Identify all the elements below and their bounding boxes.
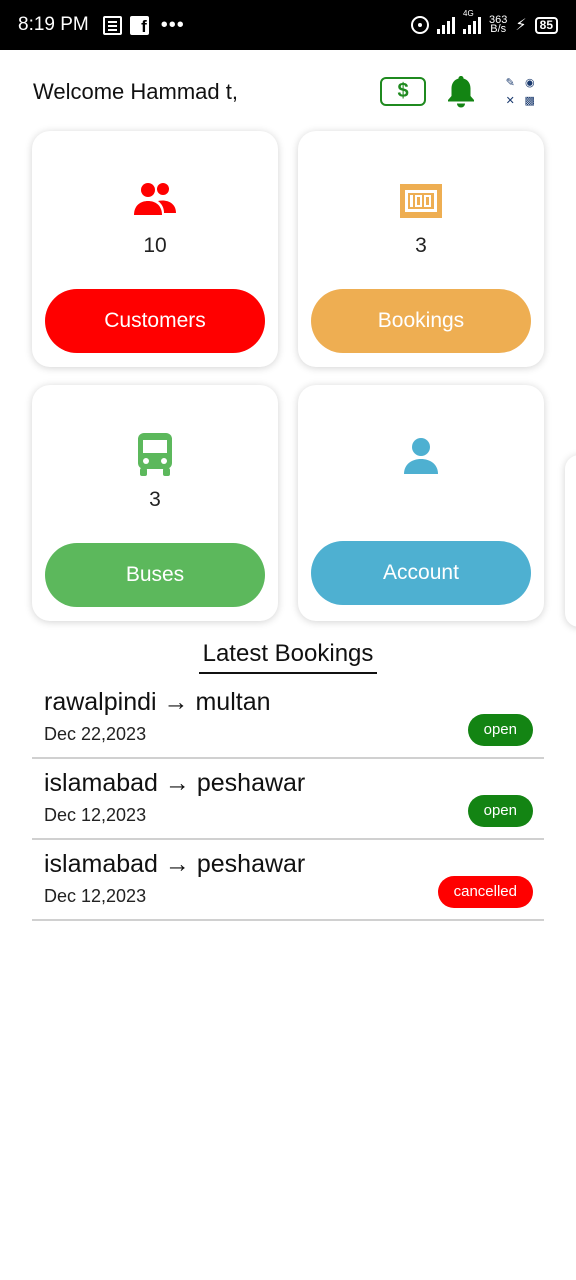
more-notifications-icon: ••• <box>160 14 185 36</box>
bookings-count: 3 <box>415 234 427 257</box>
customers-icon <box>32 181 278 221</box>
facebook-icon: f <box>129 15 149 35</box>
status-system-icons: 4G 363 B/s ⚡ 85 <box>411 9 558 35</box>
status-notification-icons: f ••• <box>102 14 185 36</box>
route-to: peshawar <box>196 769 306 797</box>
customers-button[interactable]: Customers <box>45 289 265 353</box>
latest-bookings-heading: Latest Bookings <box>0 640 576 674</box>
bell-icon <box>448 76 474 108</box>
dollar-icon: $ <box>397 80 409 102</box>
account-card: Account <box>298 385 544 621</box>
booking-date: Dec 22,2023 <box>44 724 147 744</box>
next-card-peek <box>565 455 576 627</box>
booking-list-item[interactable]: islamabad → peshawar Dec 12,2023 cancell… <box>32 840 544 921</box>
latest-bookings-title: Latest Bookings <box>198 640 378 674</box>
booking-route: rawalpindi → multan <box>44 688 271 717</box>
booking-route: islamabad → peshawar <box>44 850 305 879</box>
arrow-right-icon: → <box>163 688 189 716</box>
booking-list-item[interactable]: islamabad → peshawar Dec 12,2023 open <box>32 759 544 840</box>
network-speed-unit: B/s <box>490 23 507 35</box>
status-badge: cancelled <box>437 876 533 908</box>
account-button[interactable]: Account <box>311 541 531 605</box>
mute-icon: ✕ <box>505 94 515 107</box>
customers-count: 10 <box>143 234 167 257</box>
route-from: islamabad <box>44 769 158 797</box>
customers-card: 10 Customers <box>32 131 278 367</box>
booking-date: Dec 12,2023 <box>44 805 147 825</box>
buses-button[interactable]: Buses <box>45 543 265 607</box>
booking-list-item[interactable]: rawalpindi → multan Dec 22,2023 open <box>32 678 544 759</box>
ticket-icon <box>298 181 544 221</box>
booking-list: rawalpindi → multan Dec 22,2023 open isl… <box>32 678 544 921</box>
status-bar: 8:19 PM f ••• 4G 363 B/s ⚡ 85 <box>0 0 576 50</box>
welcome-text: Welcome Hammad t, <box>33 79 238 104</box>
news-icon <box>102 15 122 35</box>
status-time: 8:19 PM <box>18 14 89 35</box>
camera-icon: ◉ <box>524 77 535 89</box>
booking-date: Dec 12,2023 <box>44 886 147 906</box>
bus-icon <box>32 431 278 477</box>
route-to: peshawar <box>196 850 306 878</box>
status-badge: open <box>467 795 533 827</box>
route-from: rawalpindi <box>44 688 157 716</box>
arrow-right-icon: → <box>164 769 190 797</box>
arrow-right-icon: → <box>164 850 190 878</box>
bookings-card: 3 Bookings <box>298 131 544 367</box>
menu-grid-button[interactable]: ✎ ◉ ✕ ▩ <box>498 72 542 112</box>
route-to: multan <box>195 688 271 716</box>
battery-icon: 85 <box>534 16 558 34</box>
bookings-button[interactable]: Bookings <box>311 289 531 353</box>
dollar-button[interactable]: $ <box>380 77 426 106</box>
status-badge: open <box>467 714 533 746</box>
hotspot-icon <box>411 16 430 34</box>
buses-count: 3 <box>149 488 161 511</box>
signal-icon <box>437 16 456 34</box>
buses-card: 3 Buses <box>32 385 278 621</box>
edit-icon: ✎ <box>505 77 515 89</box>
briefcase-icon: ▩ <box>524 94 535 107</box>
booking-route: islamabad → peshawar <box>44 769 305 798</box>
network-speed: 363 B/s <box>489 15 507 35</box>
notifications-button[interactable] <box>446 74 476 108</box>
route-from: islamabad <box>44 850 158 878</box>
account-icon <box>298 435 544 475</box>
signal-4g-icon: 4G <box>463 9 482 34</box>
network-type: 4G <box>463 9 474 18</box>
charging-icon: ⚡ <box>515 17 527 34</box>
app-header: Welcome Hammad t, $ ✎ ◉ ✕ ▩ <box>0 50 576 130</box>
